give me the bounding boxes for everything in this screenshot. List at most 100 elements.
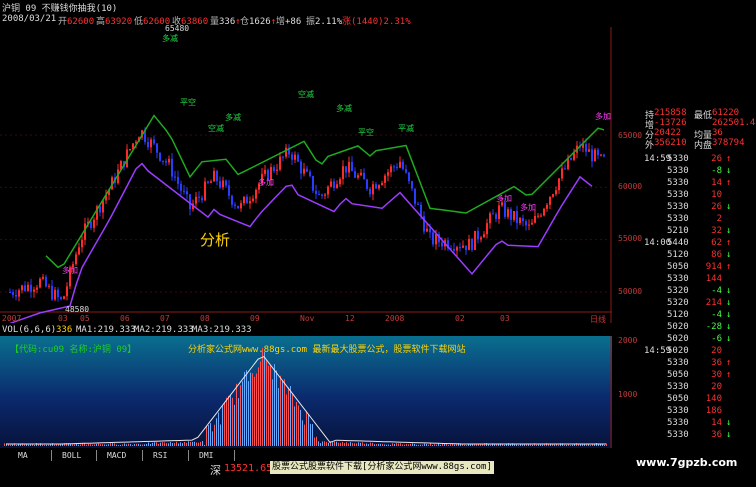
candle-body — [243, 196, 245, 204]
tick-cell: ↑ — [726, 370, 732, 380]
tab-ma[interactable]: MA — [0, 450, 52, 461]
candle-body — [234, 204, 236, 206]
volume-bar — [490, 444, 491, 446]
volume-bar — [154, 442, 155, 446]
volume-bar — [164, 442, 165, 446]
high-group: 高63920 — [96, 14, 132, 27]
candle-body — [546, 204, 548, 209]
volume-bar — [108, 444, 109, 446]
candle-body — [60, 297, 62, 300]
volume-bar — [374, 444, 375, 446]
tick-cell: 5050 — [667, 262, 689, 272]
candle-body — [318, 193, 320, 195]
tick-row: 5330 36 ↑ — [612, 358, 756, 369]
main-price-chart[interactable]: 65480 48580 分析 65000 60000 55000 50000 2… — [0, 24, 642, 325]
volume-bar — [368, 444, 369, 446]
tick-cell: 5020 — [667, 322, 689, 332]
tick-row: 5330 186 — [612, 406, 756, 417]
tab-macd[interactable]: MACD — [97, 450, 143, 461]
volume-header: VOL(6,6,6) 336 MA1:219.333 MA2:219.333 M… — [0, 324, 612, 336]
tick-row: 5330 14 ↓ — [612, 418, 756, 429]
candle-body — [555, 190, 557, 195]
tick-row: 5020 -28 ↓ — [612, 322, 756, 333]
quote-summary-cell: 378794 — [712, 138, 745, 148]
signal-marker: 多加 — [496, 194, 512, 203]
candle-body — [495, 214, 497, 219]
tab-dmi[interactable]: DMI — [189, 450, 235, 461]
window-title-bar: 沪铜 09 不赚钱你抽我(10) — [0, 0, 426, 14]
volume-bar — [114, 443, 115, 446]
volume-bar — [48, 444, 49, 446]
tick-cell: 5330 — [667, 178, 689, 188]
volume-bar — [358, 442, 359, 446]
volume-bar — [440, 444, 441, 446]
volume-bar — [452, 443, 453, 446]
site-watermark: www.7gpzb.com — [636, 456, 738, 469]
quote-summary-cell: -13726 — [654, 118, 687, 128]
volume-panel[interactable]: 【代码:cu09 名称:沪铜 09】 分析家公式网www.88gs.com 最新… — [0, 336, 637, 448]
volume-bar — [538, 444, 539, 446]
volume-bar — [404, 444, 405, 446]
candle-body — [435, 234, 437, 245]
candle-body — [369, 188, 371, 195]
volume-bar — [444, 443, 445, 446]
tick-row: 5120 -4 ↓ — [612, 310, 756, 321]
tick-cell: 5440 — [667, 238, 689, 248]
volume-bar — [274, 364, 275, 446]
inc-value: +86 — [285, 17, 302, 27]
volume-bar — [168, 443, 169, 446]
volume-bar — [34, 444, 35, 446]
volume-bar — [170, 442, 171, 446]
signal-marker: 空减 — [298, 90, 314, 99]
candle-body — [183, 190, 185, 192]
quote-summary-row: 外 356210 内盘 378794 — [612, 138, 756, 151]
candle-body — [561, 168, 563, 179]
amp-label: 振 — [306, 17, 316, 27]
volume-bar — [180, 442, 181, 446]
candle-body — [159, 152, 161, 161]
signal-marker: 平空 — [358, 128, 374, 137]
tick-cell: ↓ — [726, 430, 732, 440]
oi-group: 仓1626↑ — [240, 17, 277, 27]
candle-body — [552, 194, 554, 197]
candle-body — [474, 230, 476, 251]
volume-bar — [532, 444, 533, 446]
volume-bar — [184, 442, 185, 446]
volume-bar — [414, 443, 415, 446]
tick-cell: 144 — [705, 274, 722, 284]
marquee-ticker[interactable]: 股票公式股票软件下载[分析家公式网www.88gs.com] — [270, 461, 494, 474]
volume-bar — [262, 347, 263, 446]
tick-cell: 32 — [711, 226, 722, 236]
tick-row: 5330 10 — [612, 190, 756, 201]
tick-row: 5050 914 ↑ — [612, 262, 756, 273]
volume-bar — [318, 441, 319, 446]
oi-value: 1626 — [249, 17, 271, 27]
volume-bar — [402, 444, 403, 446]
volume-bar — [74, 444, 75, 446]
candle-body — [66, 286, 68, 297]
candle-body — [282, 156, 284, 158]
candle-body — [411, 181, 413, 189]
volume-bar — [254, 376, 255, 446]
quote-summary-cell: 20422 — [654, 128, 682, 138]
volume-bar — [166, 443, 167, 446]
volume-bar — [160, 442, 161, 446]
candle-body — [564, 168, 566, 170]
x-tick: Nov — [300, 314, 315, 323]
chg-group: 涨(1440)2.31% — [342, 14, 411, 27]
volume-bar — [326, 441, 327, 446]
tab-rsi[interactable]: RSI — [143, 450, 189, 461]
candle-body — [255, 189, 257, 199]
candle-body — [189, 194, 191, 210]
tab-boll[interactable]: BOLL — [52, 450, 97, 461]
candle-body — [180, 183, 182, 191]
high-label: 高 — [96, 17, 106, 27]
tick-cell: 26 — [711, 154, 722, 164]
volume-bar — [516, 444, 517, 446]
candle-body — [498, 205, 500, 219]
candle-body — [486, 223, 488, 235]
candle-body — [378, 185, 380, 189]
candle-body — [342, 166, 344, 180]
tick-row: 5020 -6 ↓ — [612, 334, 756, 345]
signal-marker: 多加 — [595, 112, 611, 121]
